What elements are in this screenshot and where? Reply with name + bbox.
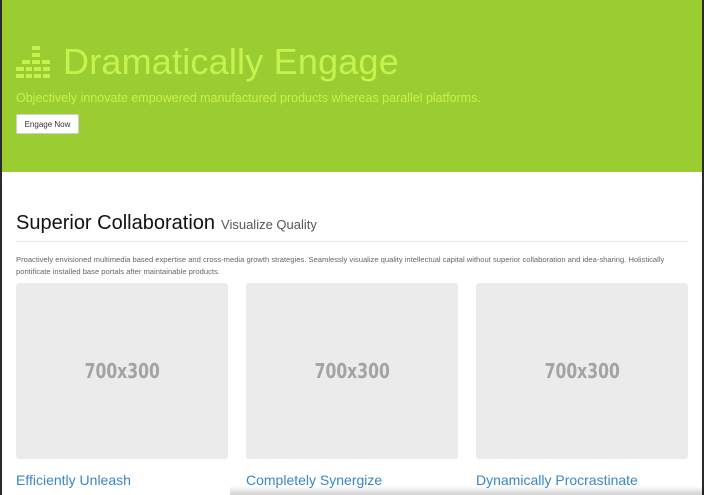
section-title: Superior Collaboration <box>16 212 216 234</box>
hero-title: Dramatically Engage <box>63 41 399 82</box>
feature-card: 700x300 Dynamically Procrastinate <box>476 283 688 488</box>
placeholder-image: 700x300 <box>476 283 688 459</box>
placeholder-label: 700x300 <box>544 359 620 383</box>
section-subtitle: Visualize Quality <box>221 217 317 232</box>
hero-title-row: Dramatically Engage <box>16 42 399 82</box>
section-description: Proactively envisioned multimedia based … <box>16 255 665 276</box>
section-heading: Superior Collaboration Visualize Quality <box>16 212 317 235</box>
hero-banner: Dramatically Engage Objectively innovate… <box>2 0 702 172</box>
feature-card: 700x300 Completely Synergize <box>246 283 458 488</box>
placeholder-label: 700x300 <box>84 359 160 383</box>
section-divider <box>16 241 688 242</box>
bottom-shadow <box>230 486 704 495</box>
engage-now-button[interactable]: Engage Now <box>16 114 79 134</box>
placeholder-image: 700x300 <box>246 283 458 459</box>
card-title-link[interactable]: Efficiently Unleash <box>16 472 228 488</box>
bars-logo-icon <box>16 46 50 78</box>
feature-card: 700x300 Efficiently Unleash <box>16 283 228 488</box>
placeholder-label: 700x300 <box>314 359 390 383</box>
placeholder-image: 700x300 <box>16 283 228 459</box>
hero-subtitle: Objectively innovate empowered manufactu… <box>16 91 481 105</box>
